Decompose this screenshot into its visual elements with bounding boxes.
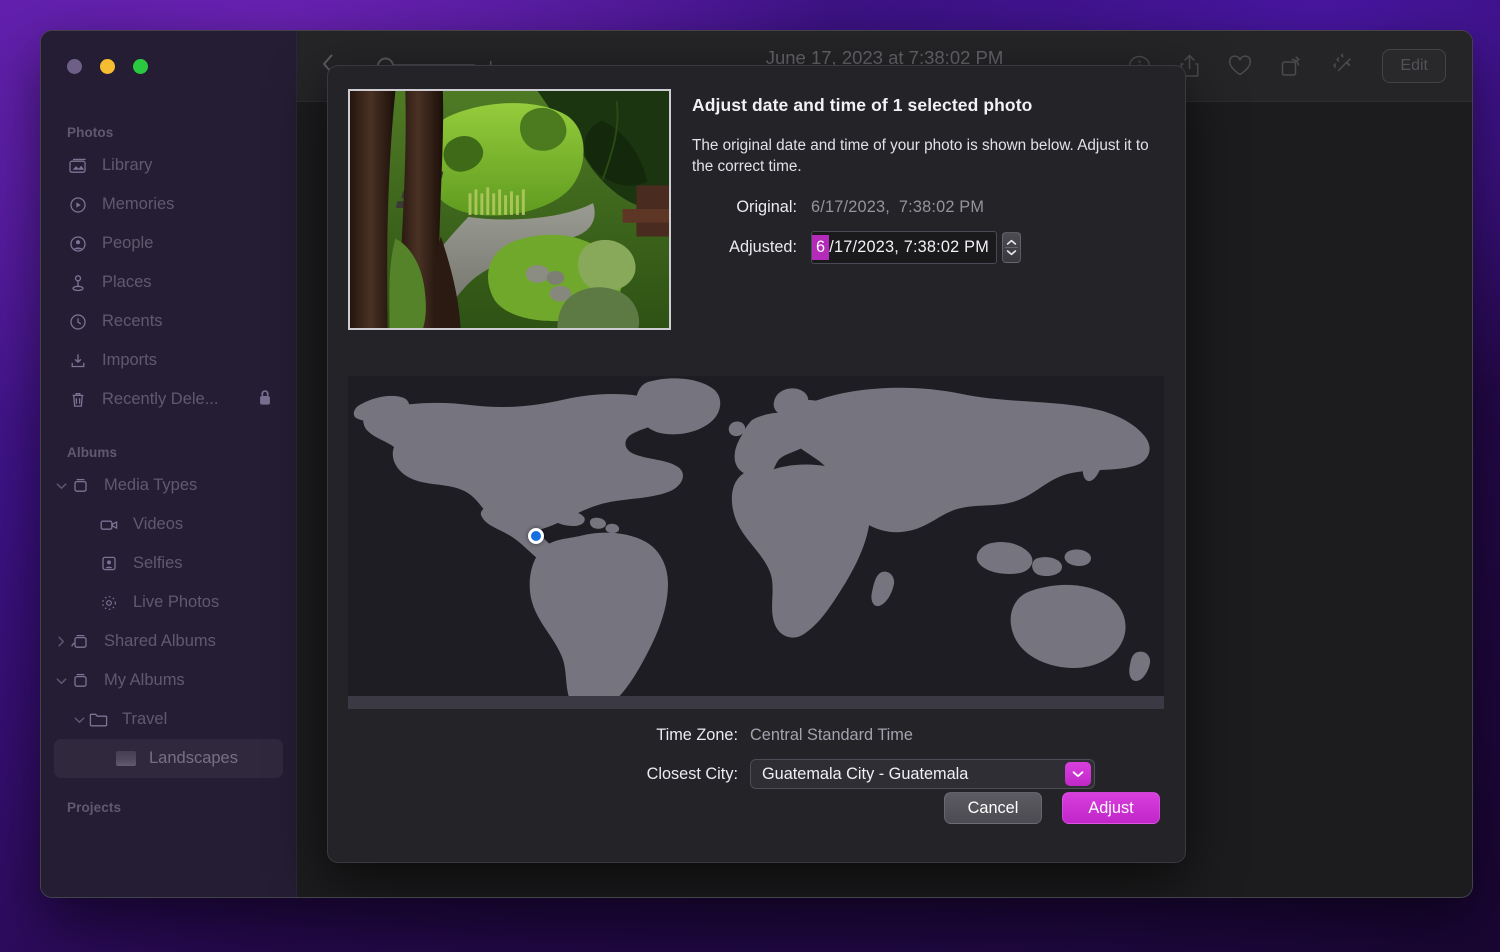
album-box-icon [69,476,91,496]
timezone-row: Time Zone: Central Standard Time [328,726,1155,745]
sidebar-item-recently-deleted[interactable]: Recently Dele... [41,380,296,419]
sidebar-item-live-photos[interactable]: Live Photos [41,583,296,622]
photos-app-window: Photos Library Memories People Places Re… [40,30,1473,898]
stepper-up-icon [1006,240,1017,246]
sidebar-section-albums-title: Albums [67,445,118,460]
timezone-label: Time Zone: [656,726,738,744]
sidebar-item-media-types[interactable]: Media Types [41,466,296,505]
sidebar-item-label: Travel [122,710,168,728]
adjusted-label: Adjusted: [729,238,797,257]
maximize-window-button[interactable] [133,59,148,74]
sidebar-item-library[interactable]: Library [41,146,296,185]
adjusted-datetime-row: Adjusted: 6 /17/2023, 7:38:02 PM [692,231,1161,265]
live-photo-icon [98,593,120,613]
sidebar-item-videos[interactable]: Videos [41,505,296,544]
lock-icon [258,389,272,411]
chevron-right-icon[interactable] [53,636,69,647]
sidebar-item-label: People [102,234,154,252]
timezone-value: Central Standard Time [750,726,913,744]
sidebar-item-label: Recents [102,312,163,330]
photo-stack-icon [67,156,89,176]
sidebar-item-memories[interactable]: Memories [41,185,296,224]
datetime-stepper[interactable] [1001,232,1021,264]
dialog-header-row: Adjust date and time of 1 selected photo… [328,66,1185,330]
sidebar-item-selfies[interactable]: Selfies [41,544,296,583]
original-date-value: 6/17/2023, [811,198,890,217]
person-circle-icon [67,234,89,254]
sidebar-item-imports[interactable]: Imports [41,341,296,380]
sidebar-item-label: Videos [133,515,184,533]
dialog-actions: Cancel Adjust [944,792,1160,824]
sidebar-item-landscapes[interactable]: Landscapes [54,739,283,778]
adjust-date-time-dialog: Adjust date and time of 1 selected photo… [327,65,1186,863]
dialog-heading: Adjust date and time of 1 selected photo [692,95,1033,115]
cancel-button[interactable]: Cancel [944,792,1042,824]
auto-enhance-wand-icon[interactable] [1330,53,1356,79]
edit-button[interactable]: Edit [1382,49,1446,83]
sidebar-item-my-albums[interactable]: My Albums [41,661,296,700]
sidebar-item-travel[interactable]: Travel [41,700,296,739]
stepper-divider [1004,247,1018,249]
chevron-down-icon[interactable] [53,677,69,685]
sidebar-item-label: Selfies [133,554,183,572]
adjusted-datetime-input[interactable]: 6 /17/2023, 7:38:02 PM [811,231,997,265]
chevron-down-icon[interactable] [71,716,87,724]
closest-city-label: Closest City: [646,764,738,783]
sidebar-item-label: Live Photos [133,593,220,611]
sidebar-item-shared-albums[interactable]: Shared Albums [41,622,296,661]
sidebar-item-label: Shared Albums [104,632,216,650]
sidebar-item-label: Landscapes [149,749,238,767]
garden-landscape-thumbnail [350,91,669,328]
photo-thumbnail [348,89,671,330]
adjusted-selected-segment[interactable]: 6 [812,235,830,261]
minimize-window-button[interactable] [100,59,115,74]
dialog-text-block: Adjust date and time of 1 selected photo… [671,89,1161,330]
map-pin-icon [67,273,89,293]
closest-city-row: Closest City: Guatemala City - Guatemala [328,759,1155,789]
world-map-svg [348,376,1164,709]
location-pin-dot [528,528,544,544]
original-datetime-row: Original: 6/17/2023, 7:38:02 PM [692,198,1161,217]
folder-icon [87,710,109,730]
sidebar-section-photos-title: Photos [67,125,114,140]
close-window-button[interactable] [67,59,82,74]
content-area: − + June 17, 2023 at 7:38:02 PM 9 of 9 [297,31,1472,897]
sidebar-item-label: Places [102,273,152,291]
shared-album-icon [69,632,91,652]
original-time-value: 7:38:02 PM [898,198,985,217]
sidebar-item-recents[interactable]: Recents [41,302,296,341]
sidebar-item-places[interactable]: Places [41,263,296,302]
sidebar-item-label: Imports [102,351,158,369]
sidebar-item-label: Recently Dele... [102,390,219,408]
import-download-icon [67,351,89,371]
album-box-icon [69,671,91,691]
memories-play-icon [67,195,89,215]
video-camera-icon [98,515,120,535]
adjust-button[interactable]: Adjust [1062,792,1160,824]
sidebar-item-label: Media Types [104,476,198,494]
sidebar-item-label: Library [102,156,153,174]
chevron-down-icon[interactable] [1065,762,1091,786]
world-map[interactable] [348,376,1164,709]
original-label: Original: [736,198,797,217]
stepper-down-icon [1006,250,1017,256]
sidebar-item-label: My Albums [104,671,185,689]
rotate-icon[interactable] [1279,54,1304,79]
heart-icon[interactable] [1227,54,1253,78]
chevron-down-icon[interactable] [53,482,69,490]
window-traffic-lights [67,59,148,74]
sidebar-item-people[interactable]: People [41,224,296,263]
closest-city-value: Guatemala City - Guatemala [762,764,969,783]
selfie-portrait-icon [98,554,120,574]
clock-icon [67,312,89,332]
dialog-description: The original date and time of your photo… [692,137,1149,176]
sidebar-section-projects-title: Projects [67,800,122,815]
trash-icon [67,390,89,410]
adjusted-remaining-text[interactable]: /17/2023, 7:38:02 PM [829,238,989,257]
sidebar: Photos Library Memories People Places Re… [41,31,297,897]
album-thumbnail-icon [116,751,136,766]
closest-city-select[interactable]: Guatemala City - Guatemala [750,759,1095,789]
sidebar-item-label: Memories [102,195,175,213]
